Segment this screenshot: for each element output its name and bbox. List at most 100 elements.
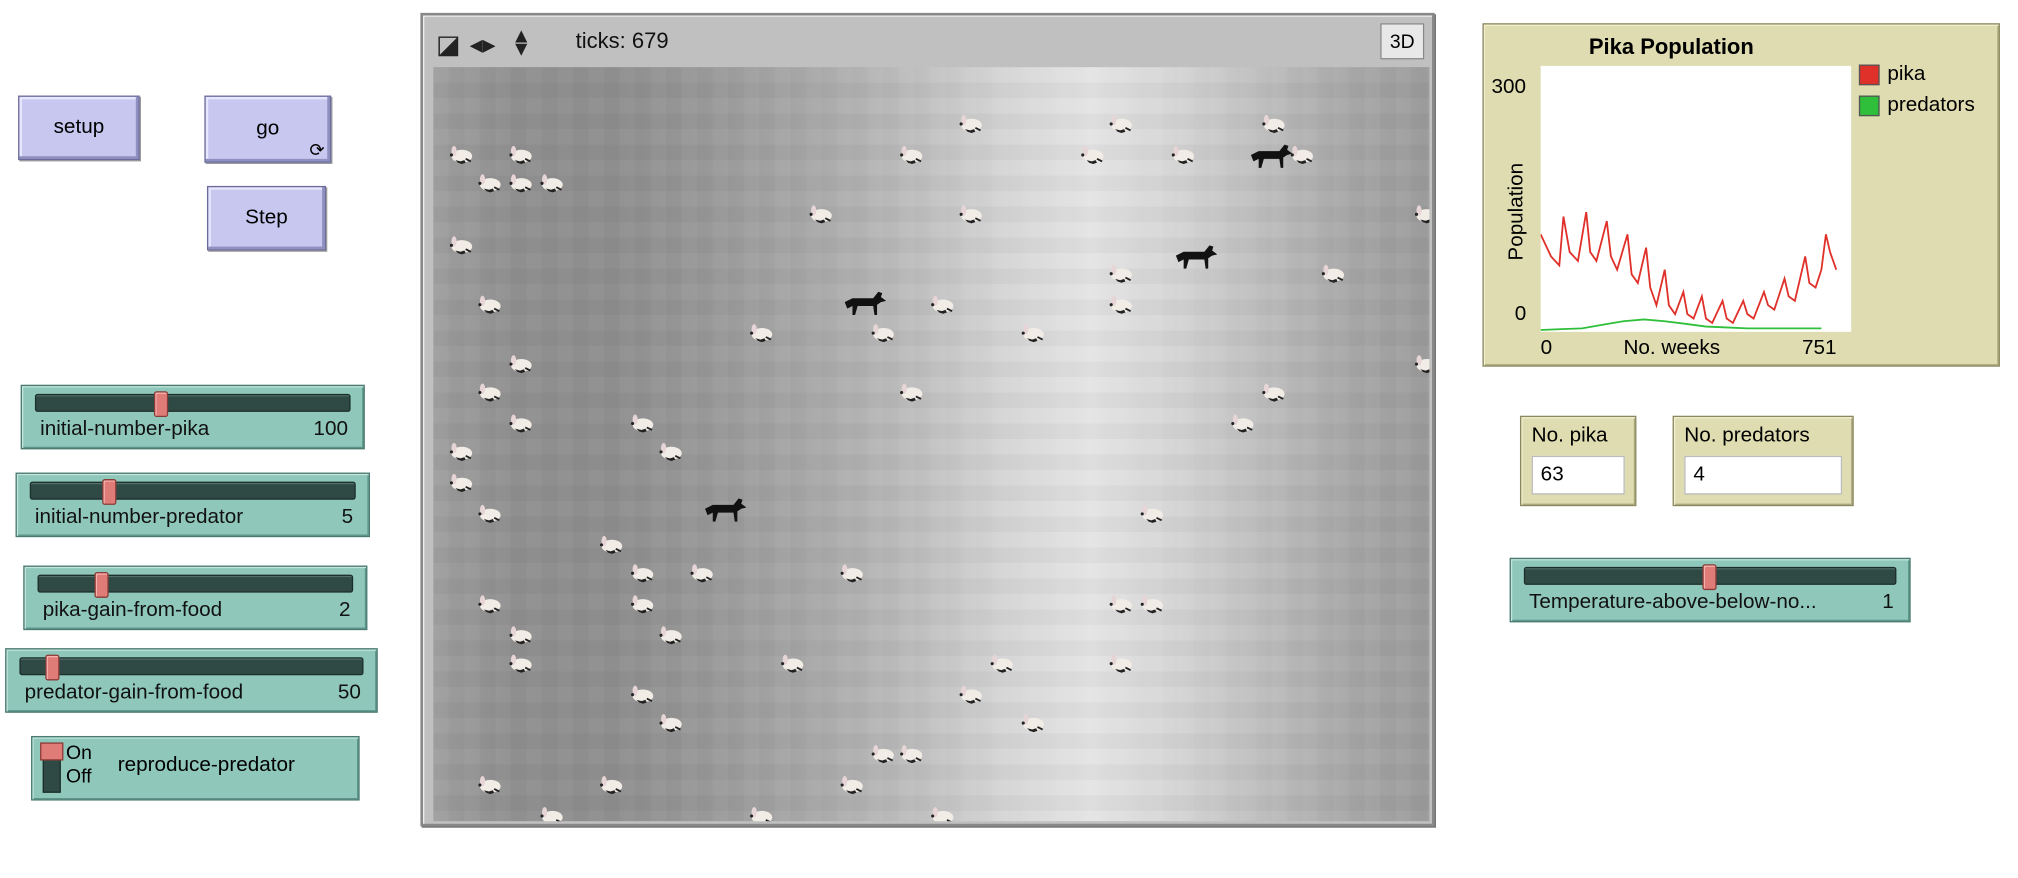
pika-agent <box>631 564 654 583</box>
slider-thumb[interactable] <box>94 572 109 598</box>
3d-button-label: 3D <box>1389 30 1415 53</box>
monitor-label: No. predators <box>1684 424 1810 447</box>
pika-agent <box>871 745 894 764</box>
slider-temperature[interactable]: Temperature-above-below-no... 1 <box>1509 557 1911 623</box>
predator-agent <box>1175 245 1218 269</box>
slider-label: initial-number-pika <box>40 418 210 441</box>
pika-agent <box>631 414 654 433</box>
slider-label: Temperature-above-below-no... <box>1529 591 1817 614</box>
slider-initial-number-predator[interactable]: initial-number-predator 5 <box>15 472 370 538</box>
pika-agent <box>509 414 532 433</box>
pika-agent <box>1021 324 1044 343</box>
monitor-no-predators: No. predators 4 <box>1672 415 1854 507</box>
slider-thumb[interactable] <box>1702 564 1717 591</box>
pika-agent <box>1021 714 1044 733</box>
monitor-value: 4 <box>1684 455 1843 495</box>
switch-knob[interactable] <box>40 742 64 761</box>
predator-agent <box>1250 144 1293 168</box>
pika-agent <box>449 145 473 164</box>
pika-agent <box>478 174 501 193</box>
pika-agent <box>1414 205 1430 224</box>
pika-agent <box>781 654 804 673</box>
pika-agent <box>1262 114 1285 133</box>
slider-thumb[interactable] <box>102 479 117 505</box>
slider-value: 100 <box>313 418 348 441</box>
pika-agent <box>690 564 713 583</box>
pika-agent <box>1140 595 1163 614</box>
legend-swatch-pika <box>1858 64 1880 86</box>
legend-label-predators: predators <box>1887 94 1975 117</box>
pika-agent <box>631 595 654 614</box>
pika-agent <box>931 807 954 822</box>
slider-initial-number-pika[interactable]: initial-number-pika 100 <box>20 384 365 450</box>
monitor-value: 63 <box>1531 455 1625 495</box>
pika-agent <box>509 145 532 164</box>
3d-view-button[interactable]: 3D <box>1380 23 1425 60</box>
pika-population-plot: Pika Population 300 0 Population 0 No. w… <box>1482 23 2000 367</box>
plot-title: Pika Population <box>1588 34 1754 60</box>
pika-agent <box>478 383 501 402</box>
ticks-counter: ticks: 679 <box>575 28 669 53</box>
pika-agent <box>1321 264 1345 283</box>
pika-agent <box>659 442 682 461</box>
x-axis-label: No. weeks <box>1623 337 1721 359</box>
pika-agent <box>478 295 501 314</box>
pika-agent <box>1109 595 1132 614</box>
slider-pika-gain-from-food[interactable]: pika-gain-from-food 2 <box>23 565 368 631</box>
view-mode-icon[interactable]: ◪ <box>436 28 460 60</box>
pika-agent <box>1262 383 1285 402</box>
pika-agent <box>840 776 863 795</box>
reproduce-predator-switch[interactable]: On Off reproduce-predator <box>31 735 360 801</box>
pika-agent <box>509 626 532 645</box>
pika-agent <box>509 355 532 374</box>
slider-predator-gain-from-food[interactable]: predator-gain-from-food 50 <box>5 648 378 713</box>
pika-agent <box>959 685 982 704</box>
slider-track[interactable] <box>19 657 364 676</box>
y-axis-max: 300 <box>1491 76 1527 99</box>
pika-agent <box>449 236 473 255</box>
pika-agent <box>809 205 832 224</box>
legend-label-pika: pika <box>1887 63 1926 86</box>
switch-label: reproduce-predator <box>117 754 295 777</box>
pika-agent <box>840 564 863 583</box>
series-line-predators <box>1540 318 1822 331</box>
pika-agent <box>478 504 501 523</box>
pika-agent <box>871 324 894 343</box>
step-button[interactable]: Step <box>206 185 326 251</box>
pika-agent <box>900 145 923 164</box>
slider-value: 1 <box>1882 591 1894 614</box>
pika-agent <box>509 174 532 193</box>
monitor-label: No. pika <box>1531 424 1608 447</box>
pika-agent <box>599 535 623 554</box>
pika-agent <box>1140 504 1163 523</box>
pika-agent <box>750 807 773 822</box>
monitor-no-pika: No. pika 63 <box>1519 415 1637 507</box>
horizontal-arrows-icon[interactable]: ◂▸ <box>470 28 496 60</box>
slider-value: 5 <box>341 506 354 529</box>
view-toolbar: ◪ ◂▸ ▲ ▼ ticks: 679 3D <box>423 15 1432 67</box>
pika-agent <box>659 626 682 645</box>
pika-agent <box>1109 264 1132 283</box>
pika-agent <box>931 295 954 314</box>
world-canvas[interactable] <box>433 67 1430 822</box>
series-line-pika <box>1540 211 1838 325</box>
slider-thumb[interactable] <box>45 654 60 681</box>
legend-item-predators: predators <box>1858 94 1975 117</box>
setup-button[interactable]: setup <box>18 95 140 161</box>
legend-swatch-predators <box>1858 95 1880 117</box>
slider-thumb[interactable] <box>153 391 169 418</box>
plot-canvas <box>1540 65 1852 332</box>
slider-value: 50 <box>337 681 361 704</box>
slider-value: 2 <box>339 599 351 622</box>
pika-agent <box>449 442 473 461</box>
slider-track[interactable] <box>34 393 351 412</box>
setup-button-label: setup <box>53 116 105 139</box>
pika-agent <box>959 114 982 133</box>
go-button[interactable]: go ⟳ <box>204 95 332 163</box>
slider-track[interactable] <box>37 574 354 593</box>
slider-track[interactable] <box>29 481 356 500</box>
pika-agent <box>478 776 501 795</box>
pika-agent <box>1109 114 1132 133</box>
pika-agent <box>990 654 1013 673</box>
vertical-arrows-icon[interactable]: ▲ ▼ <box>511 26 531 60</box>
